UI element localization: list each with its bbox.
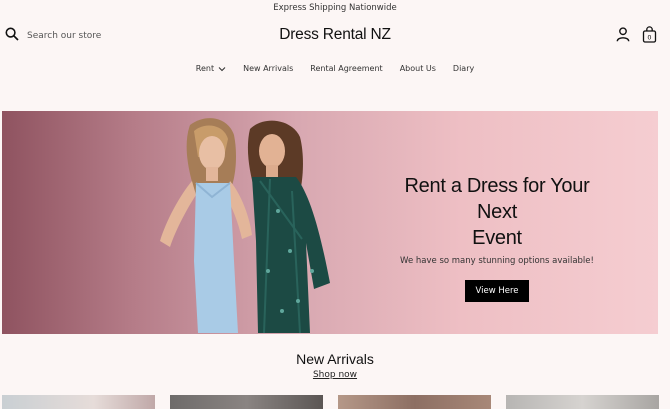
nav-item-diary[interactable]: Diary bbox=[453, 60, 474, 77]
hero-subtitle: We have so many stunning options availab… bbox=[400, 256, 594, 266]
hero-banner: Rent a Dress for Your Next Event We have… bbox=[2, 111, 658, 334]
main-nav: Rent New Arrivals Rental Agreement About… bbox=[0, 60, 670, 77]
product-card-image[interactable] bbox=[170, 395, 323, 409]
nav-item-label: New Arrivals bbox=[243, 64, 294, 73]
site-logo[interactable]: Dress Rental NZ bbox=[0, 26, 670, 44]
product-card-image[interactable] bbox=[506, 395, 659, 409]
hero-models-image bbox=[160, 118, 330, 334]
product-grid bbox=[2, 395, 670, 409]
hero-title-line-2: Event bbox=[472, 227, 522, 249]
view-here-button[interactable]: View Here bbox=[465, 280, 529, 302]
nav-item-label: About Us bbox=[399, 64, 436, 73]
product-card-image[interactable] bbox=[2, 395, 155, 409]
nav-item-new-arrivals[interactable]: New Arrivals bbox=[243, 60, 293, 77]
announcement-bar: Express Shipping Nationwide bbox=[0, 0, 670, 17]
chevron-down-icon bbox=[218, 66, 226, 71]
site-header: Dress Rental NZ 0 bbox=[0, 17, 670, 55]
cart-count: 0 bbox=[647, 34, 651, 42]
hero-content: Rent a Dress for Your Next Event We have… bbox=[387, 173, 607, 302]
announcement-text: Express Shipping Nationwide bbox=[273, 3, 397, 13]
nav-item-about-us[interactable]: About Us bbox=[400, 60, 436, 77]
nav-item-label: Diary bbox=[452, 64, 475, 73]
product-card-image[interactable] bbox=[338, 395, 491, 409]
hero-title: Rent a Dress for Your Next Event bbox=[387, 173, 607, 251]
nav-item-rent[interactable]: Rent bbox=[196, 60, 226, 77]
new-arrivals-title: New Arrivals bbox=[296, 351, 374, 367]
nav-item-label: Rental Agreement bbox=[310, 64, 383, 73]
cart-button[interactable]: 0 bbox=[642, 26, 657, 47]
shop-now-link[interactable]: Shop now bbox=[0, 370, 670, 380]
bag-icon: 0 bbox=[642, 26, 657, 43]
nav-item-label: Rent bbox=[195, 64, 215, 73]
account-icon[interactable] bbox=[616, 27, 630, 46]
hero-title-line-1: Rent a Dress for Your Next bbox=[404, 175, 590, 223]
nav-item-rental-agreement[interactable]: Rental Agreement bbox=[310, 60, 382, 77]
